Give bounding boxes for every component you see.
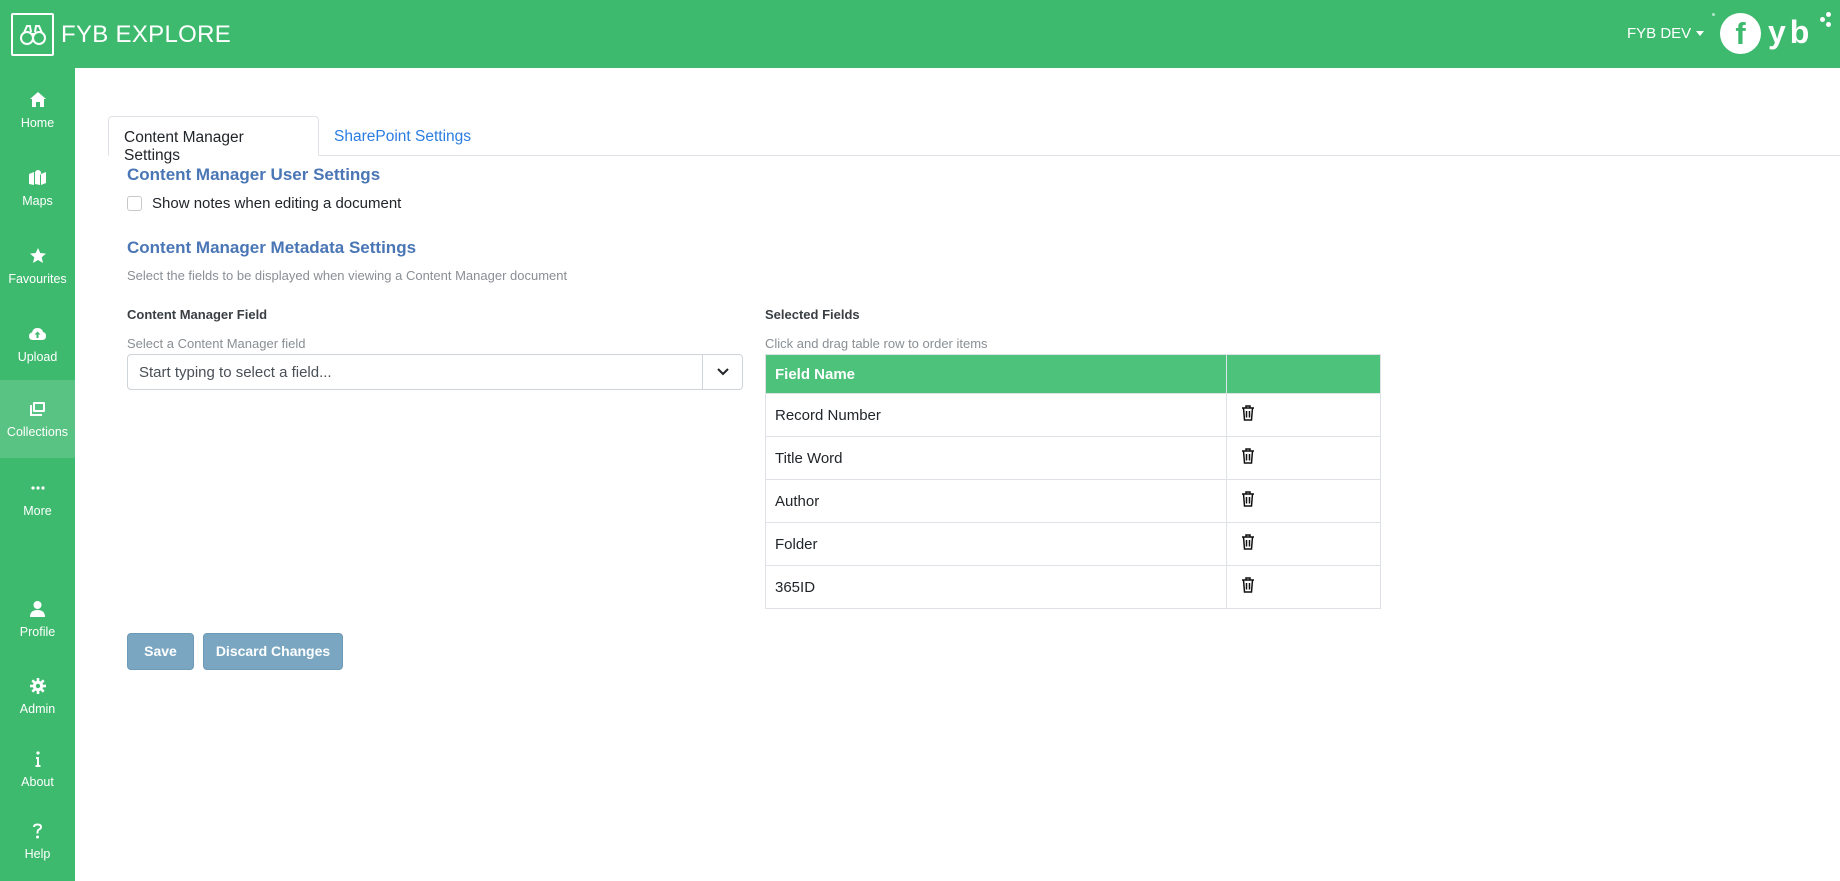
binoculars-icon [11,13,54,56]
metadata-settings-description: Select the fields to be displayed when v… [127,268,568,283]
sidebar-item-maps[interactable]: Maps [0,149,75,227]
sidebar-item-more[interactable]: More [0,459,75,537]
trash-icon[interactable] [1241,534,1255,554]
trash-icon[interactable] [1241,405,1255,425]
trash-icon[interactable] [1241,448,1255,468]
star-icon [29,247,47,265]
sidebar-item-label: Collections [6,424,69,439]
content-manager-field-heading: Content Manager Field [127,307,268,322]
trash-icon[interactable] [1241,577,1255,597]
tab-content-manager-settings[interactable]: Content Manager Settings [108,116,319,164]
chevron-down-icon [716,368,729,376]
show-notes-option[interactable]: Show notes when editing a document [127,195,401,212]
dropdown-toggle[interactable] [702,355,742,389]
home-icon [29,91,47,109]
actions-cell [1226,522,1381,566]
cloud-upload-icon [29,325,47,343]
field-name-header: Field Name [765,354,1227,394]
user-menu[interactable]: FYB DEV [1627,25,1705,42]
user-menu-label: FYB DEV [1627,25,1692,42]
ellipsis-icon [29,479,47,497]
discard-changes-button[interactable]: Discard Changes [203,633,343,670]
collections-icon [29,400,47,418]
table-row[interactable]: 365ID [765,565,1381,609]
fyb-logo-f: f [1720,13,1761,54]
tab-sharepoint-settings[interactable]: SharePoint Settings [319,116,486,156]
actions-cell [1226,479,1381,523]
save-button[interactable]: Save [127,633,194,670]
selected-fields-heading: Selected Fields [765,307,860,322]
sidebar-item-profile[interactable]: Profile [0,580,75,658]
actions-cell [1226,436,1381,480]
top-bar: FYB EXPLORE FYB DEV f yb [0,0,1840,68]
brand[interactable]: FYB EXPLORE [11,13,231,56]
field-name-cell: Record Number [765,393,1227,437]
show-notes-label: Show notes when editing a document [152,195,402,212]
actions-cell [1226,565,1381,609]
field-name-cell: Folder [765,522,1227,566]
sidebar-item-label: More [23,503,52,518]
sidebar-item-home[interactable]: Home [0,71,75,149]
user-settings-title: Content Manager User Settings [127,165,381,184]
caret-down-icon [1696,31,1705,36]
sidebar-item-about[interactable]: About [0,730,75,808]
table-row[interactable]: Folder [765,522,1381,566]
actions-cell [1226,393,1381,437]
sidebar-item-help[interactable]: Help [0,802,75,880]
question-icon [29,822,47,840]
field-name-cell: Author [765,479,1227,523]
fyb-logo: f yb [1712,11,1836,57]
table-header-row: Field Name [765,354,1381,394]
sidebar-item-admin[interactable]: Admin [0,657,75,735]
sidebar-item-label: Profile [19,624,56,639]
user-icon [29,600,47,618]
sidebar-item-label: Maps [22,193,53,208]
gear-icon [29,677,47,695]
sidebar: Home Maps Favourites Upload Collections … [0,68,75,881]
sidebar-item-label: Home [20,115,55,130]
trash-icon[interactable] [1241,491,1255,511]
content-manager-field-hint: Select a Content Manager field [127,336,306,351]
map-icon [29,169,47,187]
sidebar-item-label: About [21,774,54,789]
sidebar-item-collections[interactable]: Collections [0,380,75,458]
app-title: FYB EXPLORE [61,20,232,48]
table-row[interactable]: Author [765,479,1381,523]
sidebar-item-label: Admin [19,701,56,716]
field-name-cell: Title Word [765,436,1227,480]
actions-header [1226,354,1381,394]
field-search-input[interactable]: Start typing to select a field... [139,364,332,381]
table-row[interactable]: Title Word [765,436,1381,480]
sidebar-item-label: Help [24,846,51,861]
selected-fields-hint: Click and drag table row to order items [765,336,988,351]
metadata-settings-title: Content Manager Metadata Settings [127,238,417,257]
sidebar-item-favourites[interactable]: Favourites [0,227,75,305]
fyb-logo-yb: yb [1768,14,1814,50]
info-icon [29,750,47,768]
sidebar-item-label: Favourites [8,271,67,286]
sidebar-item-label: Upload [17,349,58,364]
settings-tabs: Content Manager Settings SharePoint Sett… [108,116,1840,164]
content-manager-field-select[interactable]: Start typing to select a field... [127,354,743,390]
show-notes-checkbox[interactable] [127,196,142,211]
selected-fields-table: Field Name Record Number Title Word Auth… [765,354,1381,609]
field-name-cell: 365ID [765,565,1227,609]
table-row[interactable]: Record Number [765,393,1381,437]
sidebar-item-upload[interactable]: Upload [0,305,75,383]
